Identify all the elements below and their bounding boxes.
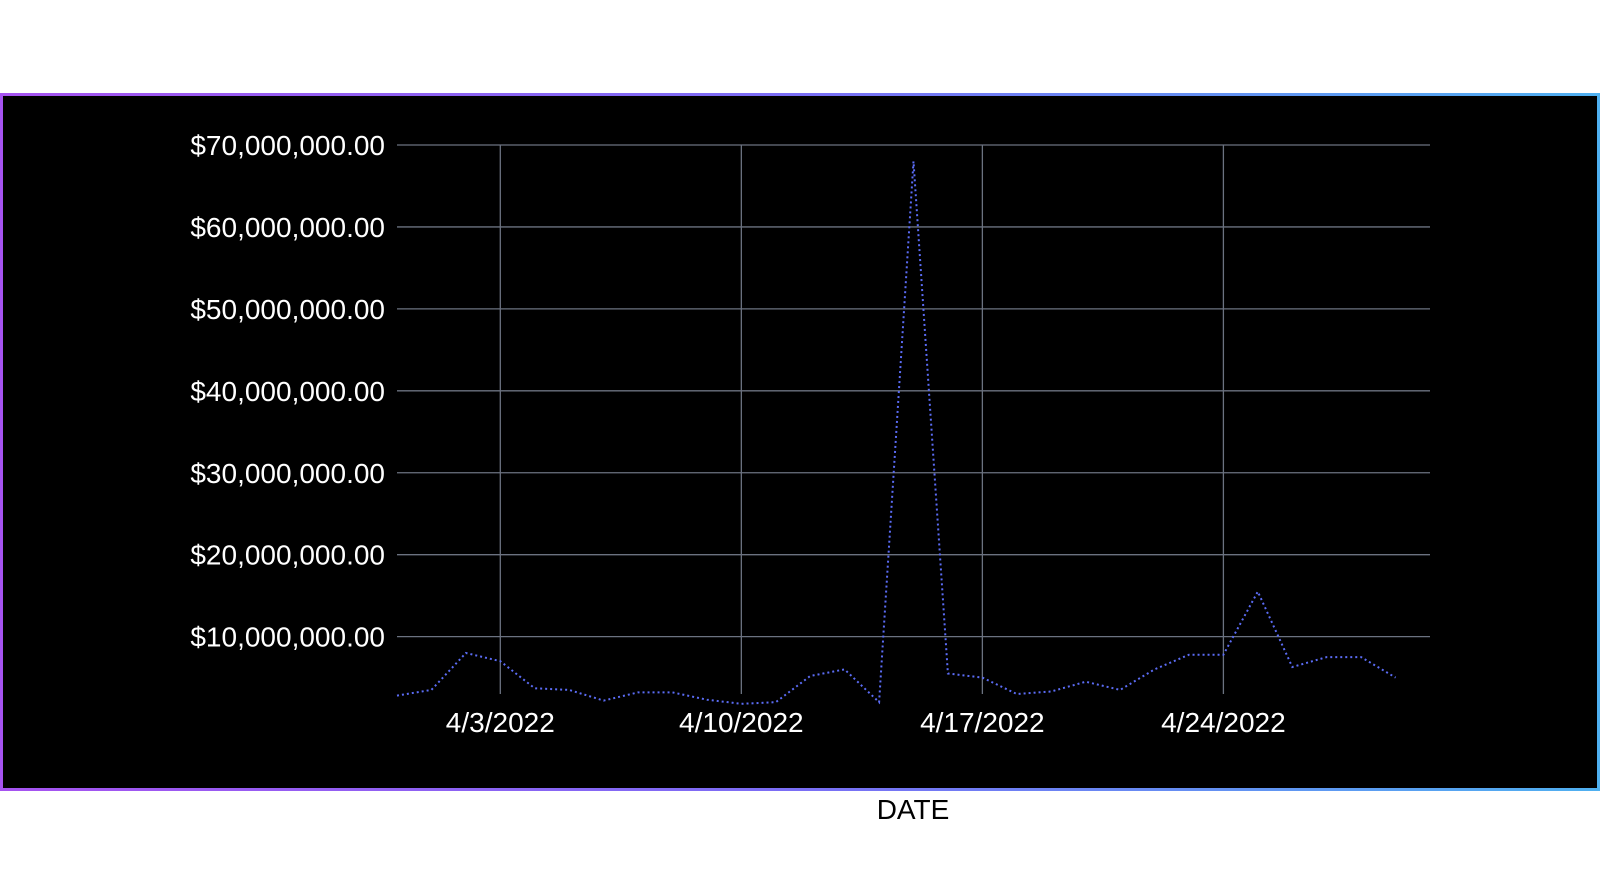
line-chart: $10,000,000.00 $20,000,000.00 $30,000,000.…	[190, 130, 1430, 738]
x-axis-label: DATE	[876, 794, 950, 825]
y-tick-label: $50,000,000.00	[190, 294, 385, 325]
data-point	[911, 158, 917, 164]
data-point	[1358, 654, 1364, 660]
x-axis-ticks: 4/3/2022 4/10/2022 4/17/2022 4/24/2022	[446, 707, 1286, 738]
data-point	[1117, 687, 1123, 693]
data-point	[1289, 664, 1295, 670]
y-axis-ticks: $10,000,000.00 $20,000,000.00 $30,000,000.…	[190, 130, 385, 653]
data-point	[945, 671, 951, 677]
data-point	[1393, 675, 1399, 681]
data-point	[842, 666, 848, 672]
data-point	[704, 697, 710, 703]
data-point	[876, 699, 882, 705]
y-tick-label: $40,000,000.00	[190, 376, 385, 407]
y-tick-label: $10,000,000.00	[190, 622, 385, 653]
data-point	[1152, 666, 1158, 672]
data-point	[1186, 652, 1192, 658]
chart-frame: $10,000,000.00 $20,000,000.00 $30,000,000.…	[0, 93, 1600, 791]
data-point	[497, 658, 503, 664]
data-point	[979, 675, 985, 681]
x-tick-label: 4/24/2022	[1161, 707, 1286, 738]
data-point	[1255, 589, 1261, 595]
y-tick-label: $30,000,000.00	[190, 458, 385, 489]
data-point	[1220, 652, 1226, 658]
x-tick-label: 4/10/2022	[679, 707, 804, 738]
page: $10,000,000.00 $20,000,000.00 $30,000,000.…	[0, 0, 1600, 871]
y-tick-label: $60,000,000.00	[190, 212, 385, 243]
data-point	[1324, 654, 1330, 660]
x-tick-label: 4/3/2022	[446, 707, 555, 738]
data-point	[1048, 689, 1054, 695]
data-point	[532, 685, 538, 691]
data-point	[669, 689, 675, 695]
y-tick-label: $70,000,000.00	[190, 130, 385, 161]
data-point	[601, 698, 607, 704]
data-point	[463, 650, 469, 656]
data-point	[566, 687, 572, 693]
data-point	[1014, 691, 1020, 697]
grid-lines	[397, 144, 1430, 694]
data-point	[428, 687, 434, 693]
data-point	[773, 699, 779, 705]
series-line	[396, 161, 1397, 705]
data-point	[1083, 679, 1089, 685]
x-tick-label: 4/17/2022	[920, 707, 1045, 738]
data-point	[738, 701, 744, 707]
data-point	[807, 673, 813, 679]
series-layer	[394, 158, 1399, 707]
y-tick-label: $20,000,000.00	[190, 540, 385, 571]
data-point	[635, 689, 641, 695]
data-point	[394, 693, 400, 699]
